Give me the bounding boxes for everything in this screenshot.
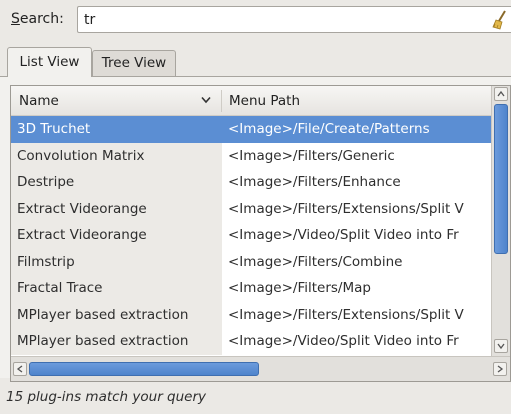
table-row[interactable]: Extract Videorange <Image>/Filters/Exten…	[11, 195, 491, 222]
row-menu-path: <Image>/Video/Split Video into Fr	[228, 227, 459, 243]
table-row[interactable]: Convolution Matrix <Image>/Filters/Gener…	[11, 142, 491, 169]
table-row[interactable]: Destripe <Image>/Filters/Enhance	[11, 169, 491, 196]
search-input-value: tr	[84, 12, 96, 28]
horizontal-scroll-thumb[interactable]	[29, 362, 259, 376]
chevron-down-icon	[497, 343, 505, 350]
row-menu-path: <Image>/File/Create/Patterns	[222, 116, 491, 143]
tab-tree-view[interactable]: Tree View	[92, 50, 176, 76]
column-header-menu-path[interactable]: Menu Path	[229, 93, 300, 109]
search-input[interactable]: tr	[77, 6, 511, 33]
table-row[interactable]: 3D Truchet <Image>/File/Create/Patterns	[11, 116, 491, 143]
chevron-up-icon	[497, 90, 505, 97]
broom-clear-icon[interactable]	[491, 10, 509, 30]
scroll-down-button[interactable]	[494, 339, 508, 353]
row-name: Convolution Matrix	[11, 142, 222, 169]
chevron-down-icon	[201, 96, 211, 104]
table-row[interactable]: Filmstrip <Image>/Filters/Combine	[11, 248, 491, 275]
table-row[interactable]: Fractal Trace <Image>/Filters/Map	[11, 275, 491, 302]
tab-list-view-label: List View	[19, 54, 80, 70]
row-menu-path: <Image>/Filters/Extensions/Split V	[228, 306, 464, 323]
row-name: MPlayer based extraction	[11, 328, 222, 355]
vertical-scroll-thumb[interactable]	[494, 104, 508, 254]
column-header-name[interactable]: Name	[19, 93, 59, 109]
table-row[interactable]: MPlayer based extraction <Image>/Filters…	[11, 301, 491, 328]
horizontal-scrollbar[interactable]	[11, 356, 510, 381]
chevron-left-icon	[16, 365, 23, 373]
table-row[interactable]: Extract Videorange <Image>/Video/Split V…	[11, 222, 491, 249]
scroll-left-button[interactable]	[13, 362, 27, 376]
row-menu-path: <Image>/Filters/Combine	[228, 253, 403, 270]
row-name: Extract Videorange	[11, 195, 222, 222]
list-rows: 3D Truchet <Image>/File/Create/Patterns …	[11, 116, 491, 355]
row-name: Filmstrip	[11, 248, 222, 275]
table-row[interactable]: MPlayer based extraction <Image>/Video/S…	[11, 328, 491, 355]
plugin-list: Name Menu Path 3D Truchet <Image>/File/C…	[10, 85, 511, 382]
row-name: Fractal Trace	[11, 275, 222, 302]
row-menu-path: <Image>/Filters/Map	[228, 280, 371, 296]
row-menu-path: <Image>/Video/Split Video into Fr	[228, 333, 459, 349]
search-row: Search: tr	[0, 0, 511, 38]
row-name: 3D Truchet	[11, 116, 222, 143]
tab-list-view[interactable]: List View	[7, 47, 92, 77]
column-separator	[221, 90, 222, 112]
row-menu-path: <Image>/Filters/Enhance	[228, 174, 401, 190]
status-text: 15 plug-ins match your query	[6, 389, 207, 405]
search-label-text: earch:	[19, 11, 64, 27]
scroll-up-button[interactable]	[494, 87, 508, 101]
vertical-scrollbar[interactable]	[491, 86, 510, 356]
row-menu-path: <Image>/Filters/Generic	[228, 147, 395, 164]
row-name: Destripe	[11, 169, 222, 196]
search-label-mnemonic: S	[11, 11, 20, 27]
search-label: Search:	[11, 11, 64, 27]
scroll-right-button[interactable]	[493, 362, 507, 376]
tab-tree-view-label: Tree View	[101, 55, 167, 71]
row-name: MPlayer based extraction	[11, 301, 222, 328]
chevron-right-icon	[497, 365, 504, 373]
list-header: Name Menu Path	[11, 86, 491, 116]
row-name: Extract Videorange	[11, 222, 222, 249]
row-menu-path: <Image>/Filters/Extensions/Split V	[228, 200, 464, 217]
